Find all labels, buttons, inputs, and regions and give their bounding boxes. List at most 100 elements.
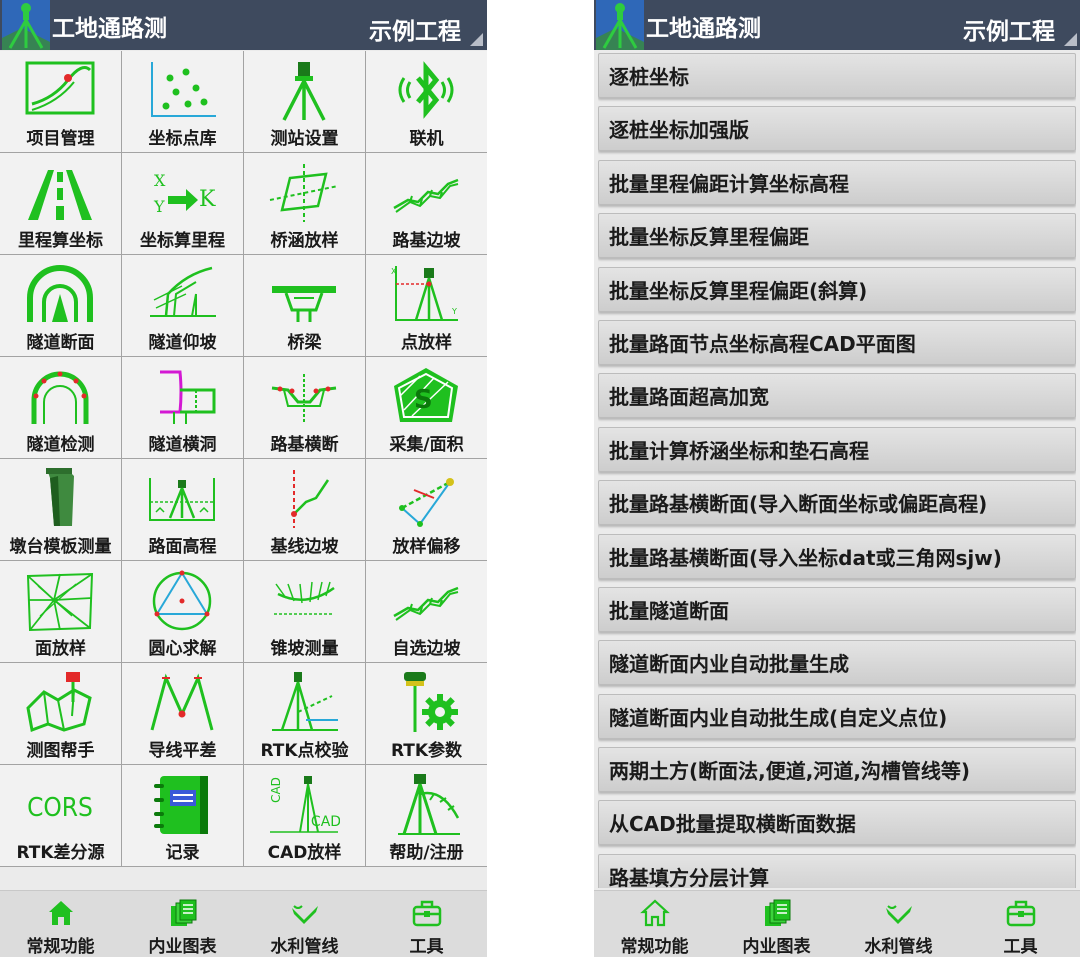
help-register-icon xyxy=(390,774,462,836)
list-item[interactable]: 隧道断面内业自动批量生成 xyxy=(598,640,1076,686)
list-item[interactable]: 批量隧道断面 xyxy=(598,586,1076,632)
toolbox-icon xyxy=(412,898,442,928)
grid-item-label: 路基横断 xyxy=(270,435,339,455)
grid-item-label: 坐标算里程 xyxy=(140,231,225,251)
list-item[interactable]: 批量计算桥涵坐标和垫石高程 xyxy=(598,426,1076,472)
grid-item-label: 坐标点库 xyxy=(148,129,217,149)
grid-item-cone-slope[interactable]: 锥坡测量 xyxy=(244,561,365,662)
grid-item-label: 记录 xyxy=(165,843,200,863)
list-item[interactable]: 隧道断面内业自动批生成(自定义点位) xyxy=(598,693,1076,739)
grid-item-subgrade-slope[interactable]: 路基边坡 xyxy=(366,153,487,254)
cad-icon-text-bottom: CAD xyxy=(311,814,340,830)
grid-item-pavement-elevation[interactable]: 路面高程 xyxy=(122,459,243,560)
dropdown-corner-icon xyxy=(1064,33,1077,46)
list-item[interactable]: 路基填方分层计算 xyxy=(598,853,1076,888)
list-item[interactable]: 批量路基横断面(导入断面坐标或偏距高程) xyxy=(598,480,1076,526)
grid-item-tunnel-section[interactable]: 隧道断面 xyxy=(0,255,121,356)
list-item[interactable]: 批量坐标反算里程偏距 xyxy=(598,213,1076,259)
grid-item-rtk-diff-source[interactable]: CORS RTK差分源 xyxy=(0,765,121,866)
grid-item-label: 锥坡测量 xyxy=(270,639,339,659)
nav-tools[interactable]: 工具 xyxy=(366,891,487,957)
grid-item-traverse-adjustment[interactable]: 导线平差 xyxy=(122,663,243,764)
list-item[interactable]: 从CAD批量提取横断面数据 xyxy=(598,800,1076,846)
documents-icon xyxy=(168,898,198,928)
bluetooth-icon xyxy=(390,60,462,122)
list-item[interactable]: 批量里程偏距计算坐标高程 xyxy=(598,159,1076,205)
nav-label: 水利管线 xyxy=(270,937,339,957)
grid-item-circle-center[interactable]: 圆心求解 xyxy=(122,561,243,662)
list-item[interactable]: 逐桩坐标 xyxy=(598,53,1076,98)
grid-item-collect-area[interactable]: 采集/面积 xyxy=(366,357,487,458)
water-pipeline-icon xyxy=(884,898,914,928)
nav-label: 水利管线 xyxy=(864,937,933,957)
culvert-icon xyxy=(268,162,340,224)
point-stakeout-icon xyxy=(390,264,462,326)
nav-water-pipeline[interactable]: 水利管线 xyxy=(244,891,365,957)
cors-icon-text: CORS xyxy=(27,793,93,823)
title-bar: 工地通路测 示例工程 xyxy=(0,0,487,50)
rtk-point-check-icon xyxy=(268,672,340,734)
main-menu-screen: 工地通路测 示例工程 项目管理 坐标点库 测站设置 联机 里程算坐标 坐标算里程… xyxy=(0,0,487,957)
nav-tools[interactable]: 工具 xyxy=(960,891,1080,957)
tunnel-section-icon xyxy=(24,264,96,326)
grid-item-coord-to-mileage[interactable]: 坐标算里程 xyxy=(122,153,243,254)
slope-icon xyxy=(390,162,462,224)
grid-item-stakeout-offset[interactable]: 放样偏移 xyxy=(366,459,487,560)
grid-item-tunnel-adit[interactable]: 隧道横洞 xyxy=(122,357,243,458)
nav-label: 常规功能 xyxy=(620,937,689,957)
toolbox-icon xyxy=(1006,898,1036,928)
list-item[interactable]: 批量路面超高加宽 xyxy=(598,373,1076,419)
nav-general-functions[interactable]: 常规功能 xyxy=(0,891,121,957)
grid-item-point-stakeout[interactable]: 点放样 xyxy=(366,255,487,356)
water-pipeline-icon xyxy=(290,898,320,928)
grid-item-mapping-helper[interactable]: 测图帮手 xyxy=(0,663,121,764)
grid-item-surface-stakeout[interactable]: 面放样 xyxy=(0,561,121,662)
list-item[interactable]: 批量路基横断面(导入坐标dat或三角网sjw) xyxy=(598,533,1076,579)
nav-office-charts[interactable]: 内业图表 xyxy=(716,891,837,957)
grid-item-label: 帮助/注册 xyxy=(389,843,464,863)
grid-item-cad-stakeout[interactable]: CAD CAD CAD放样 xyxy=(244,765,365,866)
nav-general-functions[interactable]: 常规功能 xyxy=(594,891,715,957)
grid-item-tunnel-inspection[interactable]: 隧道检测 xyxy=(0,357,121,458)
nav-water-pipeline[interactable]: 水利管线 xyxy=(838,891,959,957)
grid-item-connect[interactable]: 联机 xyxy=(366,51,487,152)
grid-item-baseline-slope[interactable]: 基线边坡 xyxy=(244,459,365,560)
list-item[interactable]: 批量坐标反算里程偏距(斜算) xyxy=(598,266,1076,312)
notebook-icon xyxy=(146,774,218,836)
grid-item-tunnel-slope[interactable]: 隧道仰坡 xyxy=(122,255,243,356)
app-logo-icon xyxy=(2,0,50,50)
grid-item-project-management[interactable]: 项目管理 xyxy=(0,51,121,152)
tunnel-inspection-icon xyxy=(24,366,96,428)
grid-item-help-register[interactable]: 帮助/注册 xyxy=(366,765,487,866)
grid-item-cross-section[interactable]: 路基横断 xyxy=(244,357,365,458)
grid-item-bridge[interactable]: 桥梁 xyxy=(244,255,365,356)
grid-item-culvert-stakeout[interactable]: 桥涵放样 xyxy=(244,153,365,254)
xy-to-k-icon xyxy=(146,162,218,224)
nav-office-charts[interactable]: 内业图表 xyxy=(122,891,243,957)
grid-item-point-library[interactable]: 坐标点库 xyxy=(122,51,243,152)
project-name[interactable]: 示例工程 xyxy=(963,12,1055,46)
grid-item-mileage-to-coord[interactable]: 里程算坐标 xyxy=(0,153,121,254)
grid-item-rtk-point-check[interactable]: RTK点校验 xyxy=(244,663,365,764)
rtk-params-icon xyxy=(390,672,462,734)
nav-label: 内业图表 xyxy=(148,937,217,957)
grid-item-label: 路面高程 xyxy=(148,537,217,557)
project-name[interactable]: 示例工程 xyxy=(369,12,461,46)
list-item[interactable]: 逐桩坐标加强版 xyxy=(598,106,1076,152)
grid-item-label: 路基边坡 xyxy=(392,231,461,251)
grid-item-label: 隧道仰坡 xyxy=(148,333,217,353)
grid-item-custom-slope[interactable]: 自选边坡 xyxy=(366,561,487,662)
grid-item-label: 导线平差 xyxy=(148,741,217,761)
app-logo-icon xyxy=(596,0,644,50)
list-item[interactable]: 批量路面节点坐标高程CAD平面图 xyxy=(598,319,1076,365)
dropdown-corner-icon xyxy=(470,33,483,46)
cad-icon-text-top: CAD xyxy=(269,777,283,803)
nav-label: 工具 xyxy=(1003,937,1038,957)
grid-item-pier-formwork[interactable]: 墩台模板测量 xyxy=(0,459,121,560)
grid-item-station-setup[interactable]: 测站设置 xyxy=(244,51,365,152)
grid-item-record[interactable]: 记录 xyxy=(122,765,243,866)
bottom-nav: 常规功能 内业图表 水利管线 工具 xyxy=(594,890,1080,957)
traverse-adjustment-icon xyxy=(146,672,218,734)
list-item[interactable]: 两期土方(断面法,便道,河道,沟槽管线等) xyxy=(598,747,1076,793)
grid-item-rtk-params[interactable]: RTK参数 xyxy=(366,663,487,764)
